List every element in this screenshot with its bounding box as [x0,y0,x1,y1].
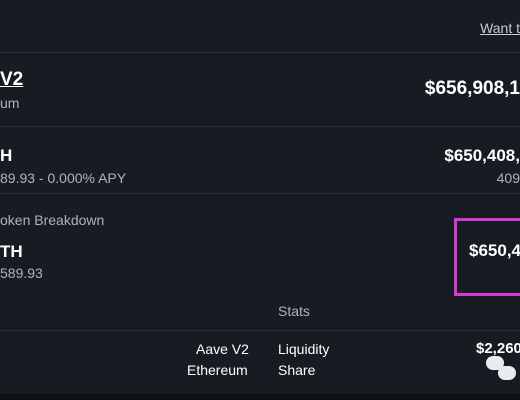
breakdown-heading: oken Breakdown [0,212,105,228]
breakdown-amount: 589.93 [0,265,43,281]
stats-network: Ethereum [187,362,248,378]
divider-asset [0,193,520,194]
asset-details: 89.93 - 0.000% APY [0,170,127,186]
divider-breakdown [0,330,520,331]
divider-top [0,52,520,53]
divider-protocol [0,126,520,127]
protocol-network: um [0,95,20,111]
asset-subvalue: 409 [496,170,520,186]
breakdown-value: $650,4 [469,241,520,260]
stats-metric-line2: Share [278,362,316,378]
asset-symbol: H [0,146,13,165]
chat-bubble-icon-2 [498,366,516,380]
stats-metric-line1: Liquidity [278,341,330,357]
stats-heading: Stats [278,303,310,319]
breakdown-symbol: TH [0,242,23,261]
stats-protocol: Aave V2 [196,341,249,357]
asset-value: $650,408, [444,146,520,165]
protocol-name[interactable]: V2 [0,69,23,91]
bottom-strip [0,394,520,400]
protocol-total-value: $656,908,1 [424,78,520,99]
want-link[interactable]: Want t [480,20,520,36]
stats-metric-value: $2,260 [476,340,520,357]
